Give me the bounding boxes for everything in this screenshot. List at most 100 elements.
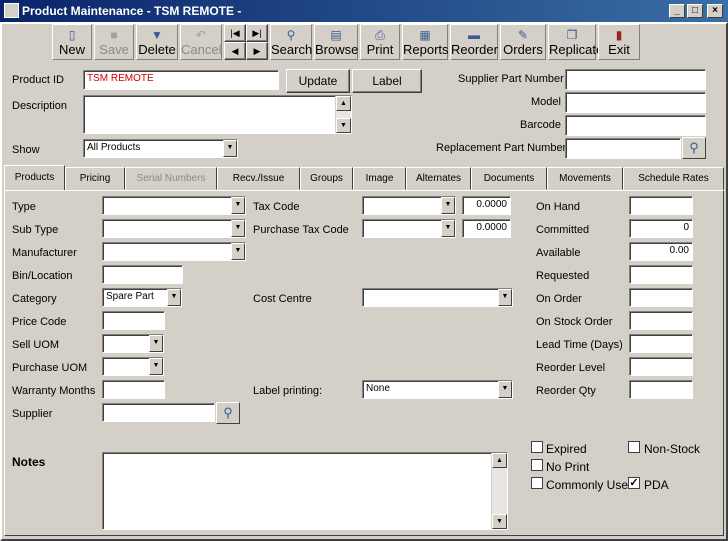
check-mark-icon: ✓ (629, 477, 639, 489)
previous-record-button[interactable]: ◀ (224, 42, 246, 60)
chevron-down-icon[interactable]: ▼ (231, 243, 245, 260)
on-stock-order-field[interactable] (629, 311, 693, 330)
reports-button[interactable]: ▦ Reports (402, 24, 449, 60)
tab-strip: Products Pricing Serial Numbers Recv./Is… (4, 165, 724, 191)
chevron-down-icon[interactable]: ▼ (441, 197, 455, 214)
exit-button[interactable]: ▮ Exit (598, 24, 640, 60)
sub-type-select[interactable]: ▼ (102, 219, 246, 238)
new-button[interactable]: ▯ New (52, 24, 92, 60)
tab-documents[interactable]: Documents (471, 167, 547, 190)
last-record-button[interactable]: ▶| (246, 24, 268, 42)
scroll-down-arrow[interactable]: ▼ (492, 514, 507, 529)
chevron-down-icon[interactable]: ▼ (441, 220, 455, 237)
search-icon: ⚲ (689, 140, 699, 155)
notes-field[interactable]: ▲ ▼ (102, 452, 508, 530)
type-select[interactable]: ▼ (102, 196, 246, 215)
chevron-down-icon[interactable]: ▼ (149, 335, 163, 352)
print-button[interactable]: ⎙ Print (360, 24, 400, 60)
delete-button[interactable]: ▼ Delete (136, 24, 178, 60)
non-stock-checkbox[interactable] (628, 441, 640, 453)
replacement-search-button[interactable]: ⚲ (682, 137, 706, 159)
supplier-part-field[interactable] (565, 69, 706, 90)
category-label: Category (12, 293, 57, 305)
close-button[interactable]: × (707, 4, 723, 18)
update-button[interactable]: Update (286, 69, 350, 93)
description-field[interactable]: ▲ ▼ (83, 95, 352, 134)
purchase-tax-code-select[interactable]: ▼ (362, 219, 456, 238)
tab-alternates[interactable]: Alternates (406, 167, 471, 190)
tab-groups[interactable]: Groups (300, 167, 353, 190)
chevron-down-icon[interactable]: ▼ (149, 358, 163, 375)
scroll-down-arrow[interactable]: ▼ (336, 118, 351, 133)
barcode-field[interactable] (565, 115, 706, 136)
label-printing-value: None (366, 383, 390, 394)
on-hand-field[interactable] (629, 196, 693, 215)
undo-icon: ↶ (195, 28, 207, 42)
description-scrollbar[interactable]: ▲ ▼ (335, 96, 351, 133)
requested-field[interactable] (629, 265, 693, 284)
label-button[interactable]: Label (352, 69, 422, 93)
purchase-tax-rate-field[interactable]: 0.0000 (462, 219, 511, 238)
browse-button[interactable]: ▤ Browse (314, 24, 358, 60)
chevron-down-icon[interactable]: ▼ (231, 197, 245, 214)
chevron-down-icon[interactable]: ▼ (498, 289, 512, 306)
tax-rate-field[interactable]: 0.0000 (462, 196, 511, 215)
warranty-months-field[interactable] (102, 380, 165, 399)
commonly-used-checkbox[interactable] (531, 477, 543, 489)
tab-recv-issue[interactable]: Recv./Issue (217, 167, 300, 190)
purchase-uom-select[interactable]: ▼ (102, 357, 164, 376)
expired-checkbox[interactable] (531, 441, 543, 453)
replicate-button[interactable]: ❐ Replicate (548, 24, 603, 60)
minimize-button[interactable]: _ (669, 4, 685, 18)
chevron-down-icon[interactable]: ▼ (167, 289, 181, 306)
on-order-field[interactable] (629, 288, 693, 307)
tax-code-select[interactable]: ▼ (362, 196, 456, 215)
chevron-down-icon[interactable]: ▼ (498, 381, 512, 398)
label-printing-select[interactable]: None ▼ (362, 380, 513, 399)
category-select[interactable]: Spare Part ▼ (102, 288, 182, 307)
replacement-part-field[interactable] (565, 138, 681, 159)
show-select[interactable]: All Products ▼ (83, 139, 238, 158)
reorder-button[interactable]: ▬ Reorder (450, 24, 498, 60)
no-print-checkbox[interactable] (531, 459, 543, 471)
orders-button[interactable]: ✎ Orders (500, 24, 546, 60)
notes-scrollbar[interactable]: ▲ ▼ (491, 453, 507, 529)
tab-movements[interactable]: Movements (547, 167, 623, 190)
reorder-level-field[interactable] (629, 357, 693, 376)
show-value: All Products (87, 142, 141, 153)
available-field[interactable]: 0.00 (629, 242, 693, 261)
model-field[interactable] (565, 92, 706, 113)
supplier-search-button[interactable]: ⚲ (216, 402, 240, 424)
window-title: Product Maintenance - TSM REMOTE - (22, 4, 242, 18)
cost-centre-select[interactable]: ▼ (362, 288, 513, 307)
tab-schedule-rates[interactable]: Schedule Rates (623, 167, 724, 190)
cancel-button[interactable]: ↶ Cancel (180, 24, 222, 60)
supplier-field[interactable] (102, 403, 215, 422)
tab-products[interactable]: Products (4, 165, 65, 191)
expired-label: Expired (546, 442, 587, 456)
manufacturer-select[interactable]: ▼ (102, 242, 246, 261)
price-code-field[interactable] (102, 311, 165, 330)
category-value: Spare Part (106, 291, 154, 302)
save-button[interactable]: ■ Save (94, 24, 134, 60)
tab-image[interactable]: Image (353, 167, 406, 190)
lead-time-field[interactable] (629, 334, 693, 353)
tab-serial-numbers[interactable]: Serial Numbers (125, 167, 217, 190)
app-icon (4, 3, 19, 18)
tab-pricing[interactable]: Pricing (65, 167, 125, 190)
pda-checkbox[interactable]: ✓ (628, 477, 640, 489)
next-record-button[interactable]: ▶ (246, 42, 268, 60)
committed-field[interactable]: 0 (629, 219, 693, 238)
first-record-button[interactable]: |◀ (224, 24, 246, 42)
scroll-up-arrow[interactable]: ▲ (336, 96, 351, 111)
chevron-down-icon[interactable]: ▼ (223, 140, 237, 157)
product-id-field[interactable]: TSM REMOTE (83, 70, 279, 90)
scroll-up-arrow[interactable]: ▲ (492, 453, 507, 468)
sell-uom-select[interactable]: ▼ (102, 334, 164, 353)
chevron-down-icon[interactable]: ▼ (231, 220, 245, 237)
maximize-button[interactable]: □ (687, 4, 703, 18)
search-button[interactable]: ⚲ Search (270, 24, 312, 60)
bin-location-field[interactable] (102, 265, 183, 284)
exit-door-icon: ▮ (615, 28, 623, 42)
reorder-qty-field[interactable] (629, 380, 693, 399)
